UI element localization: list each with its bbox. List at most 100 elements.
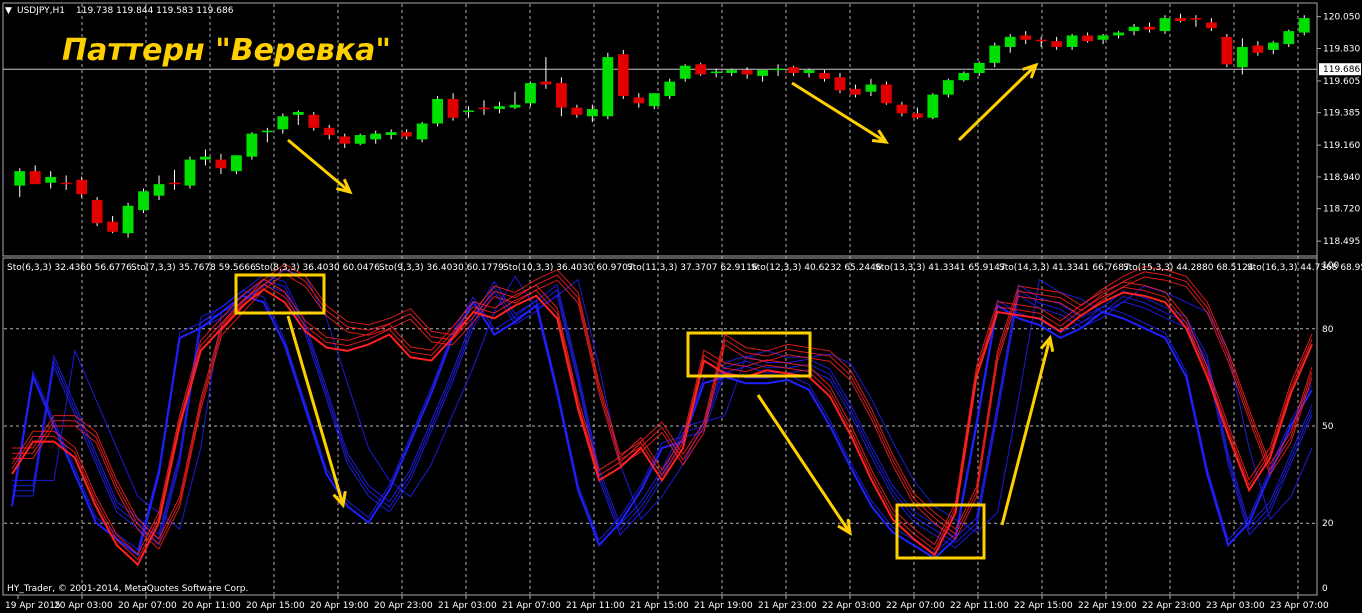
bull-candle xyxy=(586,109,598,117)
bear-candle xyxy=(478,107,490,110)
time-label: 21 Apr 19:00 xyxy=(694,601,753,611)
bull-candle xyxy=(1267,42,1279,50)
ohlc-readout: 119.738 119.844 119.583 119.686 xyxy=(76,6,234,16)
bear-candle xyxy=(850,88,861,95)
bull-candle xyxy=(958,72,970,81)
time-label: 23 Apr 07:00 xyxy=(1270,601,1329,611)
stochastic-legend-item: Sto(13,3,3) 41.3341 65.9147 xyxy=(875,263,1006,273)
time-label: 23 Apr 03:00 xyxy=(1206,601,1265,611)
time-label: 21 Apr 03:00 xyxy=(438,601,497,611)
time-label: 21 Apr 11:00 xyxy=(566,601,625,611)
bull-candle xyxy=(772,68,784,71)
price-tick-label: 119.830 xyxy=(1323,44,1360,54)
indicator-tick-label: 20 xyxy=(1322,519,1334,529)
bull-candle xyxy=(1097,35,1109,40)
current-price-value: 119.686 xyxy=(1323,65,1360,75)
bull-candle xyxy=(942,80,954,95)
indicator-tick-label: 50 xyxy=(1322,422,1334,432)
bear-candle xyxy=(1175,18,1186,21)
symbol-menu-icon[interactable]: ▼ xyxy=(5,6,12,16)
bear-candle xyxy=(107,221,119,232)
stochastic-legend-item: Sto(9,3,3) 36.4030 60.1779 xyxy=(379,263,504,273)
time-label: 22 Apr 15:00 xyxy=(1014,601,1073,611)
overlay-title: Паттерн "Веревка" xyxy=(62,33,391,68)
bear-candle xyxy=(1051,41,1063,47)
time-label: 22 Apr 11:00 xyxy=(950,601,1009,611)
stochastic-legend-item: Sto(15,3,3) 44.2880 68.5124 xyxy=(1123,263,1254,273)
bear-candle xyxy=(788,67,799,73)
stochastic-legend-item: Sto(6,3,3) 32.4360 56.6776 xyxy=(7,263,132,273)
bear-candle xyxy=(215,159,227,169)
bull-candle xyxy=(1066,35,1078,47)
bear-candle xyxy=(76,179,88,195)
time-label: 22 Apr 23:00 xyxy=(1142,601,1201,611)
stochastic-signal-line xyxy=(12,279,1313,544)
bear-candle xyxy=(1035,39,1047,42)
indicator-legend: Sto(6,3,3) 32.4360 56.6776 Sto(7,3,3) 35.… xyxy=(7,263,1362,273)
arrow-shaft xyxy=(756,394,852,534)
time-label: 21 Apr 07:00 xyxy=(502,601,561,611)
bull-candle xyxy=(277,116,289,130)
time-label: 20 Apr 15:00 xyxy=(246,601,305,611)
bull-candle xyxy=(416,123,428,140)
bull-candle xyxy=(385,132,397,136)
stochastic-main-line xyxy=(12,273,1313,550)
arrow-shaft xyxy=(957,63,1038,142)
bull-candle xyxy=(246,133,258,157)
bull-candle xyxy=(989,45,1001,63)
time-label: 21 Apr 23:00 xyxy=(758,601,817,611)
time-label: 20 Apr 03:00 xyxy=(54,601,113,611)
bull-candle xyxy=(1113,32,1124,36)
bear-candle xyxy=(1082,35,1094,42)
bear-candle xyxy=(339,136,351,144)
stochastic-legend-item: Sto(10,3,3) 36.4030 60.9707 xyxy=(503,263,634,273)
stochastic-signal-line xyxy=(12,269,1313,533)
bull-candle xyxy=(14,171,26,186)
bull-candle xyxy=(230,155,242,172)
bear-candle xyxy=(540,81,552,85)
bull-candle xyxy=(525,83,536,104)
bear-candle xyxy=(447,98,459,118)
bear-candle xyxy=(1144,26,1155,30)
bear-candle xyxy=(834,77,846,91)
bear-candle xyxy=(633,97,645,104)
bear-candle xyxy=(896,104,908,114)
time-label: 22 Apr 19:00 xyxy=(1078,601,1137,611)
bear-candle xyxy=(29,171,41,185)
price-tick-label: 118.495 xyxy=(1323,237,1360,247)
arrow-shaft xyxy=(791,81,887,144)
time-label: 22 Apr 07:00 xyxy=(886,601,945,611)
bull-candle xyxy=(1283,31,1295,45)
time-label: 20 Apr 11:00 xyxy=(182,601,241,611)
bull-candle xyxy=(354,135,366,144)
bear-candle xyxy=(555,83,567,108)
price-tick-label: 118.940 xyxy=(1323,173,1360,183)
price-tick-label: 120.050 xyxy=(1323,13,1360,23)
bull-candle xyxy=(261,130,273,133)
bull-candle xyxy=(664,81,676,97)
bear-candle xyxy=(911,113,923,118)
bear-candle xyxy=(308,114,320,128)
bull-candle xyxy=(1236,46,1248,68)
indicator-axis: 100 80 50 20 0 xyxy=(1322,261,1339,594)
bear-candle xyxy=(169,182,180,185)
time-label: 20 Apr 07:00 xyxy=(118,601,177,611)
arrow-shaft xyxy=(287,138,351,194)
stochastic-main-line xyxy=(11,278,1313,556)
bull-candle xyxy=(1004,36,1016,47)
price-tick-label: 119.160 xyxy=(1323,141,1360,151)
bear-candle xyxy=(617,54,629,97)
indicator-tick-label: 100 xyxy=(1322,261,1339,271)
bull-candle xyxy=(45,176,57,183)
time-label: 20 Apr 23:00 xyxy=(374,601,433,611)
bull-candle xyxy=(292,111,304,115)
bull-candle xyxy=(865,84,877,92)
stochastic-legend-item: Sto(16,3,3) 44.7368 68.9525 xyxy=(1247,263,1362,273)
bear-candle xyxy=(1020,35,1032,40)
bear-candle xyxy=(60,182,72,185)
indicator-tick-label: 0 xyxy=(1322,584,1328,594)
stochastic-legend-item: Sto(14,3,3) 41.3341 66.7687 xyxy=(999,263,1130,273)
stochastic-legend-item: Sto(7,3,3) 35.7678 59.5666 xyxy=(131,263,256,273)
bull-candle xyxy=(494,106,505,110)
bull-candle xyxy=(602,57,614,117)
